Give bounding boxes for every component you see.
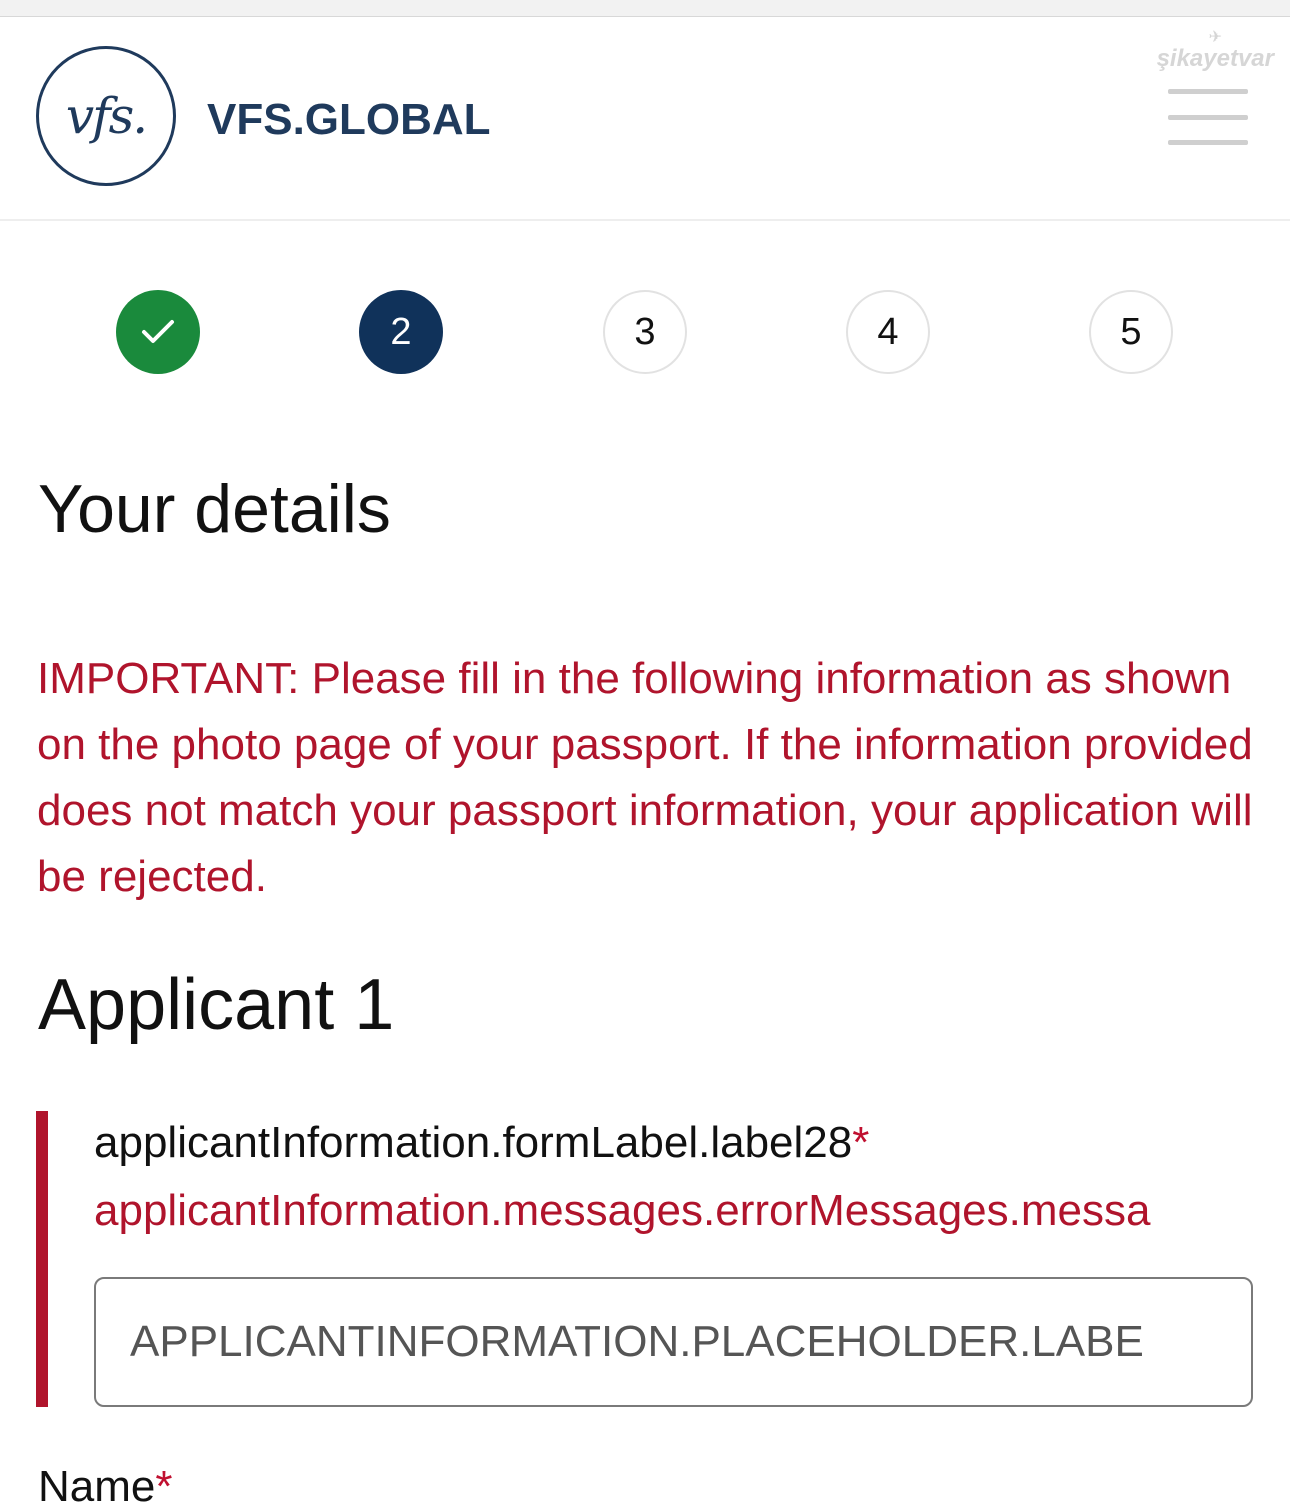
applicant-title: Applicant 1	[38, 965, 395, 1045]
required-marker: *	[155, 1462, 173, 1511]
step-2-current[interactable]: 2	[359, 290, 443, 374]
field-error-indicator	[36, 1111, 48, 1407]
menu-line	[1168, 140, 1248, 145]
name-label-text: Name	[38, 1462, 156, 1511]
browser-top-strip	[0, 0, 1290, 17]
vfs-logo[interactable]: vfs.	[36, 46, 176, 186]
field-label: applicantInformation.formLabel.label28*	[94, 1118, 869, 1168]
step-1-completed[interactable]	[116, 290, 200, 374]
applicant-info-input[interactable]	[94, 1277, 1253, 1407]
progress-stepper: 2 3 4 5	[0, 290, 1290, 376]
watermark: ✈ şikayetvar	[1156, 29, 1274, 73]
menu-line	[1168, 115, 1248, 120]
menu-line	[1168, 89, 1248, 94]
watermark-icon: ✈	[1208, 29, 1222, 46]
step-4[interactable]: 4	[846, 290, 930, 374]
step-5[interactable]: 5	[1089, 290, 1173, 374]
important-notice: IMPORTANT: Please fill in the following …	[37, 654, 1253, 901]
step-3[interactable]: 3	[603, 290, 687, 374]
step-number: 4	[877, 310, 899, 353]
field-error-message: applicantInformation.messages.errorMessa…	[94, 1186, 1151, 1235]
checkmark-icon	[142, 320, 174, 343]
page-title: Your details	[38, 471, 391, 547]
name-field-label: Name*	[38, 1462, 173, 1512]
site-header: vfs. VFS.GLOBAL ✈ şikayetvar	[0, 17, 1290, 221]
step-number: 3	[634, 310, 656, 353]
brand-name: VFS.GLOBAL	[207, 95, 491, 144]
step-number: 2	[390, 310, 412, 353]
watermark-text: şikayetvar	[1156, 45, 1274, 72]
field-label-text: applicantInformation.formLabel.label28	[94, 1118, 853, 1167]
hamburger-menu-icon[interactable]	[1168, 89, 1248, 147]
logo-mark: vfs.	[65, 87, 148, 145]
required-marker: *	[852, 1118, 870, 1167]
step-number: 5	[1120, 310, 1142, 353]
